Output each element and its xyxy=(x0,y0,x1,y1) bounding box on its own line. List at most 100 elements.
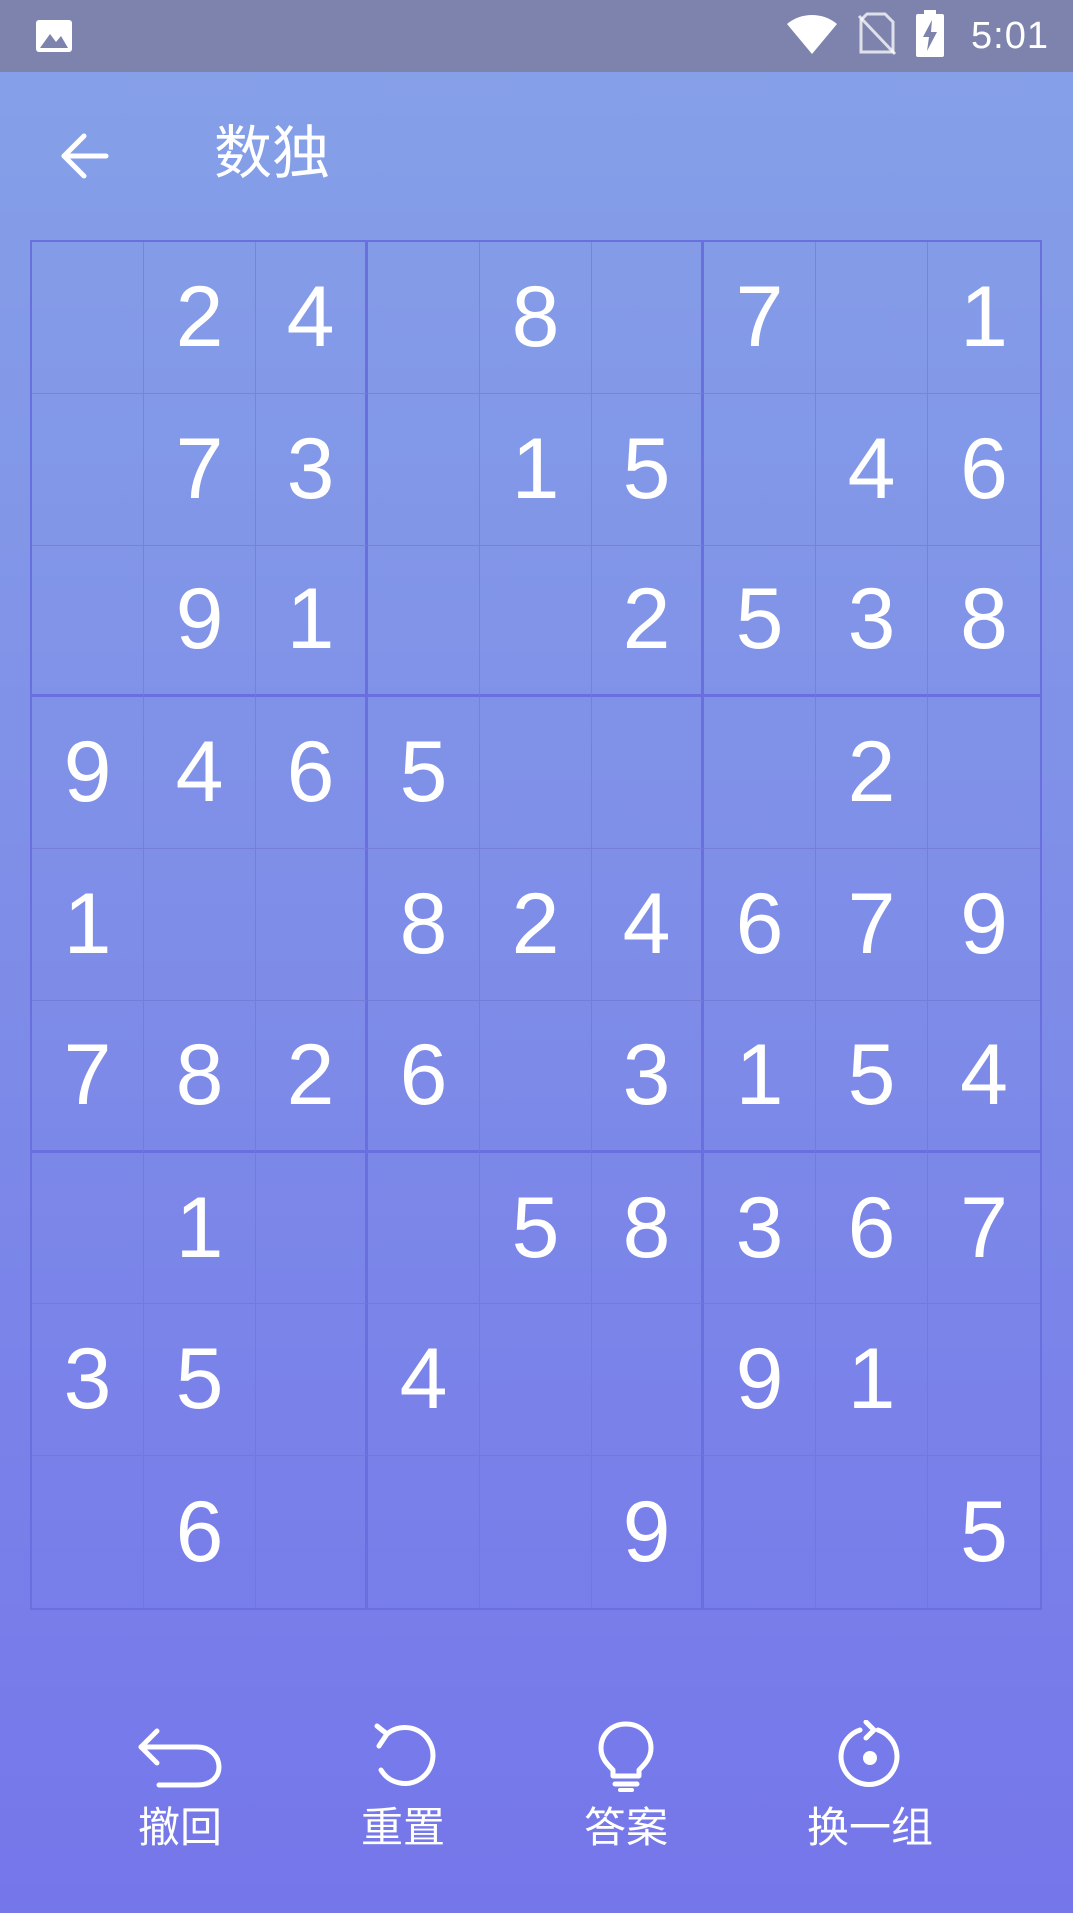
status-bar: 5:01 xyxy=(0,0,1073,72)
sudoku-cell[interactable] xyxy=(592,1304,704,1457)
reset-button[interactable]: 重置 xyxy=(303,1720,503,1860)
sudoku-cell[interactable] xyxy=(480,545,592,698)
sudoku-cell[interactable] xyxy=(480,1304,592,1457)
sudoku-cell[interactable]: 2 xyxy=(480,849,592,1001)
sudoku-cell[interactable]: 1 xyxy=(256,545,368,698)
sudoku-cell[interactable]: 5 xyxy=(928,1456,1040,1608)
answer-button[interactable]: 答案 xyxy=(526,1720,726,1860)
sudoku-cell[interactable]: 4 xyxy=(816,393,928,546)
sudoku-cell[interactable]: 1 xyxy=(816,1304,928,1457)
sudoku-cell[interactable] xyxy=(368,1456,480,1608)
sudoku-cell[interactable] xyxy=(144,849,256,1001)
sudoku-cell[interactable] xyxy=(368,545,480,698)
sudoku-cell[interactable] xyxy=(32,1152,144,1305)
sudoku-cell[interactable]: 8 xyxy=(480,242,592,394)
sudoku-cell[interactable] xyxy=(592,697,704,850)
sudoku-cell[interactable]: 5 xyxy=(368,697,480,850)
sudoku-cell[interactable]: 2 xyxy=(256,1000,368,1153)
sudoku-cell[interactable]: 3 xyxy=(256,393,368,546)
sudoku-cell[interactable]: 1 xyxy=(32,849,144,1001)
sudoku-cell[interactable]: 4 xyxy=(592,849,704,1001)
sudoku-cell[interactable]: 7 xyxy=(32,1000,144,1153)
sudoku-cell[interactable] xyxy=(704,697,816,850)
sudoku-cell[interactable]: 6 xyxy=(368,1000,480,1153)
back-button[interactable] xyxy=(52,124,116,188)
sudoku-cell[interactable]: 9 xyxy=(592,1456,704,1608)
sudoku-cell[interactable]: 5 xyxy=(144,1304,256,1457)
sudoku-cell[interactable]: 6 xyxy=(816,1152,928,1305)
sudoku-cell[interactable]: 1 xyxy=(704,1000,816,1153)
sudoku-cell[interactable]: 6 xyxy=(144,1456,256,1608)
sudoku-cell[interactable]: 8 xyxy=(368,849,480,1001)
sudoku-cell[interactable]: 3 xyxy=(32,1304,144,1457)
sudoku-cell[interactable]: 4 xyxy=(256,242,368,394)
sudoku-cell[interactable]: 5 xyxy=(480,1152,592,1305)
sudoku-cell[interactable]: 7 xyxy=(144,393,256,546)
app-bar: 数独 xyxy=(0,72,1073,240)
sudoku-cell[interactable] xyxy=(704,1456,816,1608)
answer-label: 答案 xyxy=(583,1803,668,1852)
no-sim-icon xyxy=(857,12,897,60)
sudoku-cell[interactable] xyxy=(32,393,144,546)
arrow-left-icon xyxy=(61,133,109,179)
sudoku-cell[interactable] xyxy=(480,1000,592,1153)
sudoku-cell[interactable]: 4 xyxy=(928,1001,1040,1153)
sudoku-cell[interactable]: 9 xyxy=(704,1304,816,1457)
sudoku-cell[interactable] xyxy=(368,242,480,394)
sudoku-cell[interactable]: 6 xyxy=(928,394,1040,546)
sudoku-cell[interactable]: 3 xyxy=(816,545,928,698)
sudoku-cell[interactable]: 8 xyxy=(144,1000,256,1153)
sudoku-cell[interactable] xyxy=(816,1456,928,1608)
status-time: 5:01 xyxy=(971,14,1049,57)
sudoku-cell[interactable] xyxy=(256,849,368,1001)
sudoku-cell[interactable]: 1 xyxy=(480,393,592,546)
sudoku-cell[interactable]: 1 xyxy=(144,1152,256,1305)
sudoku-cell[interactable] xyxy=(368,1152,480,1305)
sudoku-cell[interactable]: 3 xyxy=(704,1152,816,1305)
new-puzzle-label: 换一组 xyxy=(806,1803,933,1852)
sudoku-cell[interactable] xyxy=(32,1456,144,1608)
sudoku-board: 2487173154691253894652182467978263154158… xyxy=(30,240,1042,1610)
new-puzzle-button[interactable]: 换一组 xyxy=(770,1720,970,1860)
sudoku-cell[interactable] xyxy=(592,242,704,394)
refresh-icon xyxy=(825,1720,915,1792)
sudoku-cell[interactable]: 3 xyxy=(592,1000,704,1153)
sudoku-cell[interactable] xyxy=(704,393,816,546)
sudoku-cell[interactable] xyxy=(256,1456,368,1608)
sudoku-cell[interactable] xyxy=(816,242,928,394)
undo-button[interactable]: 撤回 xyxy=(80,1720,280,1860)
sudoku-cell[interactable] xyxy=(32,242,144,394)
sudoku-cell[interactable]: 9 xyxy=(32,697,144,850)
sudoku-cell[interactable]: 5 xyxy=(816,1000,928,1153)
sudoku-cell[interactable]: 1 xyxy=(928,242,1040,394)
sudoku-cell[interactable]: 8 xyxy=(928,546,1040,698)
sudoku-cell[interactable]: 9 xyxy=(144,545,256,698)
sudoku-cell[interactable]: 6 xyxy=(704,849,816,1001)
sudoku-cell[interactable] xyxy=(368,393,480,546)
page-title: 数独 xyxy=(214,119,331,187)
battery-charging-icon xyxy=(915,10,945,62)
image-icon xyxy=(34,16,74,56)
sudoku-cell[interactable] xyxy=(928,697,1040,850)
sudoku-cell[interactable]: 2 xyxy=(144,242,256,394)
sudoku-cell[interactable]: 7 xyxy=(704,242,816,394)
sudoku-cell[interactable] xyxy=(480,1456,592,1608)
sudoku-cell[interactable] xyxy=(928,1304,1040,1457)
sudoku-cell[interactable]: 2 xyxy=(816,697,928,850)
sudoku-cell[interactable]: 2 xyxy=(592,545,704,698)
sudoku-cell[interactable] xyxy=(32,545,144,698)
sudoku-cell[interactable]: 8 xyxy=(592,1152,704,1305)
sudoku-cell[interactable]: 5 xyxy=(704,545,816,698)
sudoku-cell[interactable]: 6 xyxy=(256,697,368,850)
sudoku-cell[interactable]: 4 xyxy=(368,1304,480,1457)
sudoku-cell[interactable]: 5 xyxy=(592,393,704,546)
sudoku-cell[interactable]: 7 xyxy=(928,1153,1040,1305)
sudoku-cell[interactable] xyxy=(256,1304,368,1457)
sudoku-cell[interactable] xyxy=(256,1152,368,1305)
sudoku-cell[interactable]: 4 xyxy=(144,697,256,850)
sudoku-cell[interactable] xyxy=(480,697,592,850)
sudoku-cell[interactable]: 7 xyxy=(816,849,928,1001)
sudoku-cell[interactable]: 9 xyxy=(928,849,1040,1001)
reset-label: 重置 xyxy=(360,1803,445,1852)
lightbulb-icon xyxy=(581,1720,671,1792)
